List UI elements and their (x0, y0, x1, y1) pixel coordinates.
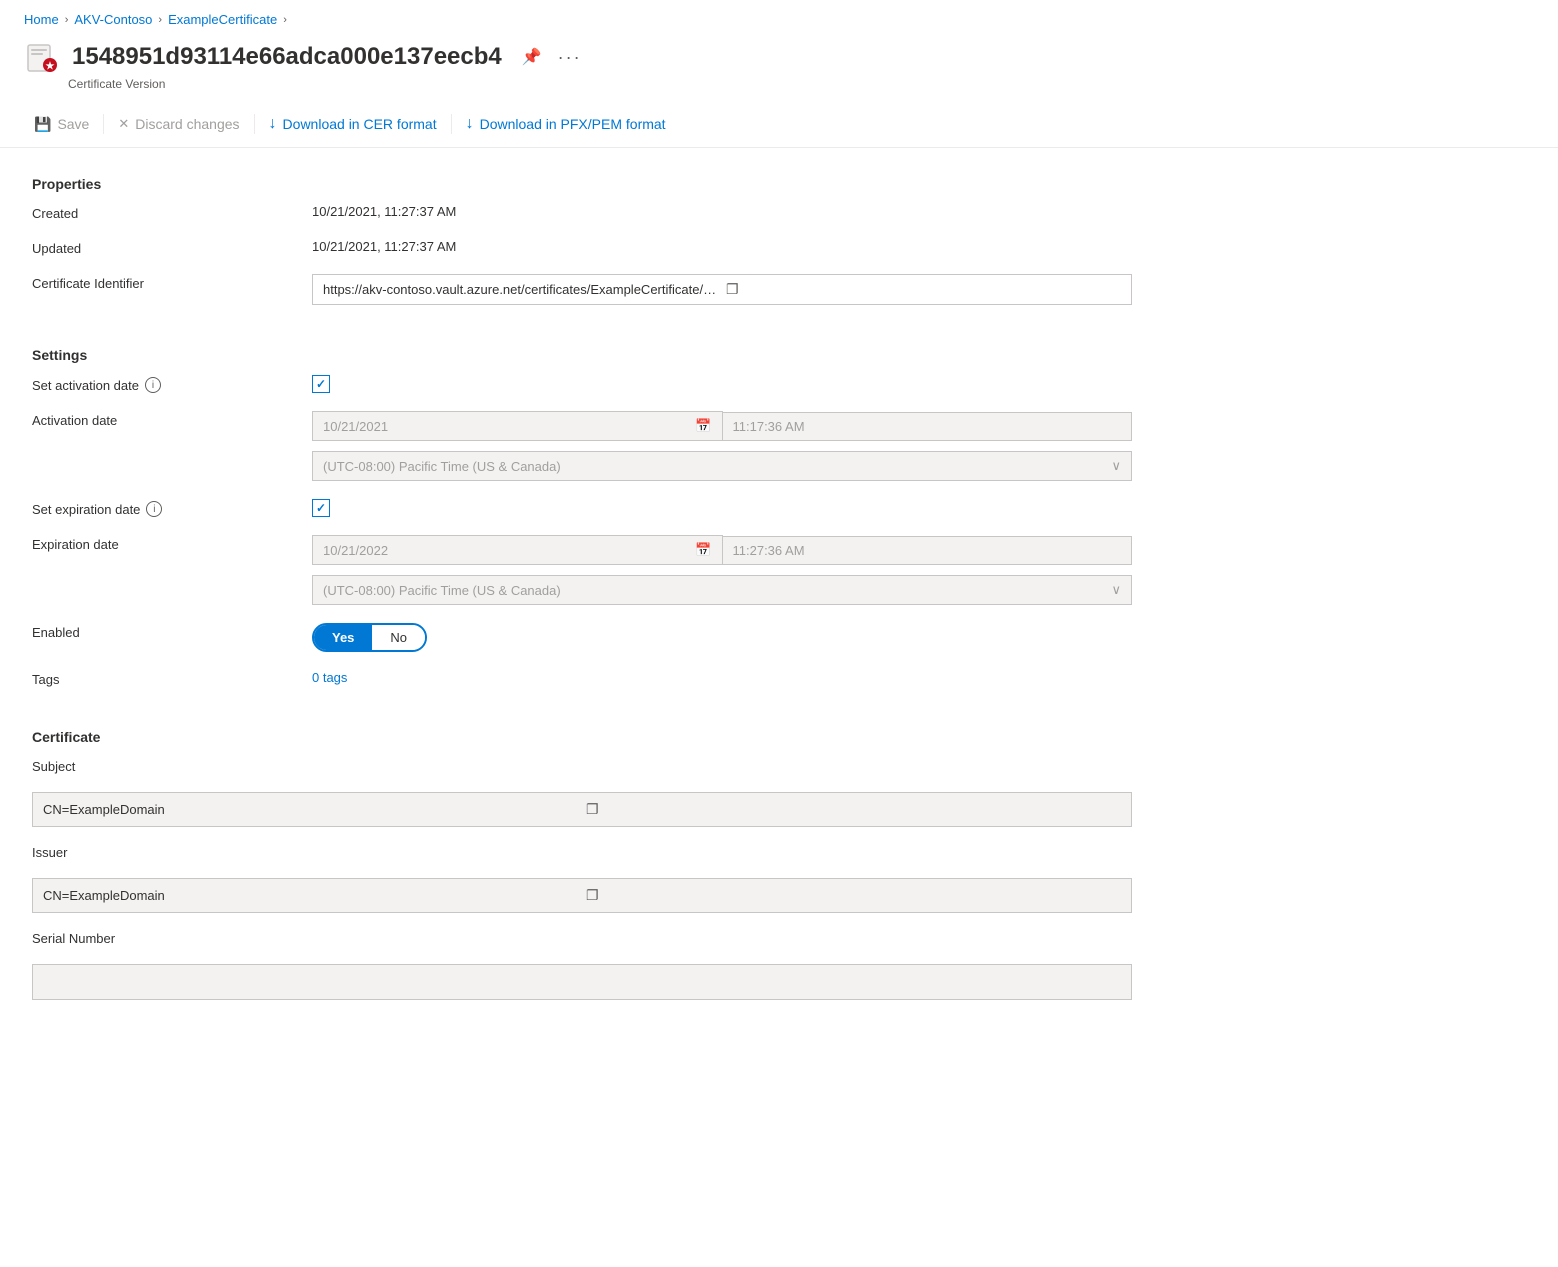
discard-button[interactable]: ✕ Discard changes (108, 110, 249, 138)
main-content: Properties Created 10/21/2021, 11:27:37 … (0, 148, 1200, 1044)
serial-row: Serial Number (32, 929, 1168, 946)
issuer-row: Issuer (32, 843, 1168, 860)
cert-id-value: https://akv-contoso.vault.azure.net/cert… (323, 282, 718, 297)
enabled-label: Enabled (32, 623, 312, 640)
enabled-no-button[interactable]: No (372, 625, 425, 650)
created-value: 10/21/2021, 11:27:37 AM (312, 204, 456, 219)
expiration-timezone-row[interactable]: (UTC-08:00) Pacific Time (US & Canada) ∨ (312, 575, 1132, 605)
activation-date-label: Activation date (32, 411, 312, 428)
certificate-section-title: Certificate (32, 729, 1168, 745)
breadcrumb-sep-3: › (283, 14, 287, 26)
download-cer-icon: ↓ (269, 115, 277, 133)
expiration-chevron-icon: ∨ (1111, 582, 1121, 598)
toolbar-sep-3 (451, 114, 452, 134)
expiration-time-field[interactable]: 11:27:36 AM (723, 536, 1133, 565)
breadcrumb-cert[interactable]: ExampleCertificate (168, 12, 277, 27)
enabled-toggle[interactable]: Yes No (312, 623, 427, 652)
save-button[interactable]: 💾 Save (24, 110, 99, 139)
breadcrumb-home[interactable]: Home (24, 12, 59, 27)
pin-icon: 📌 (522, 47, 542, 67)
page-title: 1548951d93114e66adca000e137eecb4 (72, 43, 502, 71)
activation-date-field[interactable]: 10/21/2021 📅 (312, 411, 723, 441)
save-label: Save (57, 116, 89, 132)
issuer-label: Issuer (32, 843, 312, 860)
page-subtitle: Certificate Version (0, 77, 1558, 101)
more-icon: ··· (558, 47, 582, 68)
set-expiration-row: Set expiration date i ✓ (32, 499, 1168, 517)
updated-value: 10/21/2021, 11:27:37 AM (312, 239, 456, 254)
toolbar-sep-1 (103, 114, 104, 134)
updated-label: Updated (32, 239, 312, 256)
save-icon: 💾 (34, 116, 51, 133)
tags-label: Tags (32, 670, 312, 687)
updated-row: Updated 10/21/2021, 11:27:37 AM (32, 239, 1168, 256)
activation-time-field[interactable]: 11:17:36 AM (723, 412, 1133, 441)
issuer-value: CN=ExampleDomain (43, 888, 578, 903)
cert-icon: ★ (24, 39, 60, 75)
set-activation-label: Set activation date i (32, 375, 312, 393)
expiration-date-label: Expiration date (32, 535, 312, 552)
cert-id-label: Certificate Identifier (32, 274, 312, 291)
discard-label: Discard changes (135, 116, 239, 132)
download-pfx-button[interactable]: ↓ Download in PFX/PEM format (456, 109, 676, 139)
issuer-box: CN=ExampleDomain ❐ (32, 878, 1132, 913)
download-cer-label: Download in CER format (283, 116, 437, 132)
expiration-calendar-icon: 📅 (695, 542, 711, 558)
settings-section-title: Settings (32, 347, 1168, 363)
page-header: ★ 1548951d93114e66adca000e137eecb4 📌 ··· (0, 35, 1558, 77)
activation-date-row: Activation date 10/21/2021 📅 11:17:36 AM… (32, 411, 1168, 481)
tags-row: Tags 0 tags (32, 670, 1168, 687)
subject-row: Subject (32, 757, 1168, 774)
activation-calendar-icon: 📅 (695, 418, 711, 434)
subject-label: Subject (32, 757, 312, 774)
activation-timezone-row[interactable]: (UTC-08:00) Pacific Time (US & Canada) ∨ (312, 451, 1132, 481)
tags-link[interactable]: 0 tags (312, 670, 347, 685)
expiration-date-row: Expiration date 10/21/2022 📅 11:27:36 AM… (32, 535, 1168, 605)
pin-button[interactable]: 📌 (518, 43, 546, 71)
activation-chevron-icon: ∨ (1111, 458, 1121, 474)
breadcrumb-sep-1: › (65, 14, 69, 26)
copy-subject-icon[interactable]: ❐ (586, 801, 1121, 818)
download-cer-button[interactable]: ↓ Download in CER format (259, 109, 447, 139)
expiration-timezone-value: (UTC-08:00) Pacific Time (US & Canada) (323, 583, 561, 598)
subject-value: CN=ExampleDomain (43, 802, 578, 817)
set-expiration-checkmark: ✓ (316, 501, 326, 515)
svg-text:★: ★ (46, 61, 55, 72)
serial-label: Serial Number (32, 929, 312, 946)
set-activation-checkbox[interactable]: ✓ (312, 375, 330, 393)
discard-icon: ✕ (118, 116, 129, 132)
expiration-date-inputs: 10/21/2022 📅 11:27:36 AM (312, 535, 1132, 565)
toolbar-sep-2 (254, 114, 255, 134)
set-activation-info-icon[interactable]: i (145, 377, 161, 393)
breadcrumb-akv[interactable]: AKV-Contoso (74, 12, 152, 27)
set-expiration-label: Set expiration date i (32, 499, 312, 517)
set-activation-row: Set activation date i ✓ (32, 375, 1168, 393)
download-pfx-label: Download in PFX/PEM format (480, 116, 666, 132)
cert-id-box: https://akv-contoso.vault.azure.net/cert… (312, 274, 1132, 305)
properties-section-title: Properties (32, 176, 1168, 192)
serial-box (32, 964, 1132, 1000)
enabled-row: Enabled Yes No (32, 623, 1168, 652)
enabled-yes-button[interactable]: Yes (314, 625, 372, 650)
toolbar: 💾 Save ✕ Discard changes ↓ Download in C… (0, 101, 1558, 148)
set-expiration-info-icon[interactable]: i (146, 501, 162, 517)
copy-issuer-icon[interactable]: ❐ (586, 887, 1121, 904)
breadcrumb-sep-2: › (158, 14, 162, 26)
download-pfx-icon: ↓ (466, 115, 474, 133)
set-activation-checkmark: ✓ (316, 377, 326, 391)
cert-id-row: Certificate Identifier https://akv-conto… (32, 274, 1168, 305)
more-button[interactable]: ··· (554, 43, 586, 72)
subject-box: CN=ExampleDomain ❐ (32, 792, 1132, 827)
copy-cert-id-icon[interactable]: ❐ (726, 281, 1121, 298)
expiration-date-field[interactable]: 10/21/2022 📅 (312, 535, 723, 565)
set-expiration-checkbox[interactable]: ✓ (312, 499, 330, 517)
created-row: Created 10/21/2021, 11:27:37 AM (32, 204, 1168, 221)
header-actions: 📌 ··· (518, 43, 586, 72)
breadcrumb: Home › AKV-Contoso › ExampleCertificate … (0, 0, 1558, 35)
activation-timezone-value: (UTC-08:00) Pacific Time (US & Canada) (323, 459, 561, 474)
activation-date-inputs: 10/21/2021 📅 11:17:36 AM (312, 411, 1132, 441)
created-label: Created (32, 204, 312, 221)
